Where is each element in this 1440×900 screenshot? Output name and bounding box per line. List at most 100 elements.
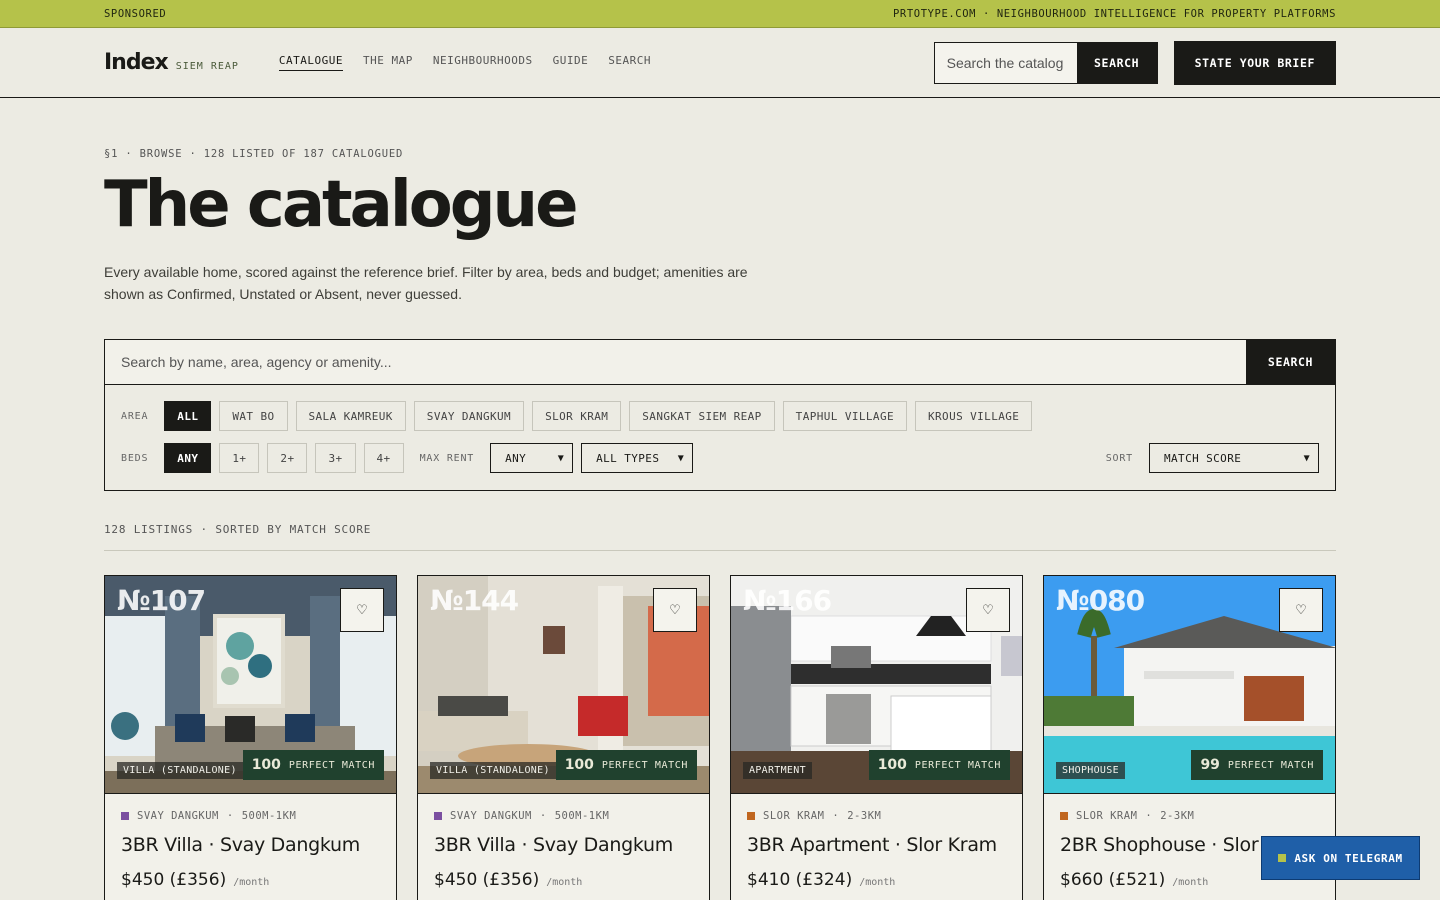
nav-neighbourhoods[interactable]: NEIGHBOURHOODS: [433, 54, 533, 71]
header-search-input[interactable]: [934, 42, 1077, 83]
header-search-button[interactable]: SEARCH: [1076, 42, 1157, 83]
beds-chip-any[interactable]: ANY: [164, 443, 212, 474]
nav-catalogue[interactable]: CATALOGUE: [278, 54, 344, 71]
nav-map[interactable]: THE MAP: [363, 54, 413, 71]
beds-chip-2[interactable]: 2+: [267, 443, 308, 474]
listing-price: $450 (£356) /month: [121, 870, 380, 890]
property-type: VILLA (STANDALONE): [117, 762, 243, 780]
listing-title[interactable]: 3BR Villa · Svay Dangkum: [121, 834, 380, 856]
area-chip-svay-dangkum[interactable]: SVAY DANGKUM: [413, 401, 525, 432]
max-rent-label: MAX RENT: [419, 452, 475, 464]
price-period: /month: [859, 877, 896, 889]
price-value: $450 (£356): [434, 870, 540, 891]
catalog-search: SEARCH: [105, 340, 1335, 386]
logo-wordmark: Index: [104, 50, 169, 75]
area-chip-all[interactable]: ALL: [164, 401, 212, 432]
match-score: 100: [251, 757, 281, 774]
separator: ·: [832, 810, 840, 823]
logo-city: SIEM REAP: [175, 61, 239, 72]
area-chip-sangkat-siem-reap[interactable]: SANGKAT SIEM REAP: [629, 401, 775, 432]
listing-title[interactable]: 3BR Villa · Svay Dangkum: [434, 834, 693, 856]
main-nav: CATALOGUE THE MAP NEIGHBOURHOODS GUIDE S…: [278, 54, 934, 71]
listing-card[interactable]: №107 ♡ VILLA (STANDALONE) 100 PERFECT MAT…: [104, 575, 397, 900]
separator: ·: [1145, 810, 1153, 823]
heart-icon[interactable]: ♡: [966, 588, 1010, 633]
price-value: $450 (£356): [121, 870, 227, 891]
sponsor-link[interactable]: PRTOTYPE.COM · NEIGHBOURHOOD INTELLIGENC…: [893, 8, 1336, 20]
price-value: $660 (£521): [1060, 870, 1166, 891]
beds-label: BEDS: [121, 452, 149, 464]
match-badge: 100 PERFECT MATCH: [555, 750, 697, 781]
listing-title[interactable]: 3BR Apartment · Slor Kram: [747, 834, 1006, 856]
listing-location: SLOR KRAM · 2-3KM: [747, 810, 1006, 822]
beds-filter-row: BEDS ANY 1+ 2+ 3+ 4+ MAX RENT ANY ▼ ALL T…: [105, 443, 1335, 474]
listing-price: $450 (£356) /month: [434, 870, 693, 890]
beds-chip-1[interactable]: 1+: [219, 443, 260, 474]
telegram-dot-icon: [1278, 854, 1287, 862]
area-chip-slor-kram[interactable]: SLOR KRAM: [532, 401, 622, 432]
page-title: The catalogue: [104, 168, 579, 242]
heart-icon[interactable]: ♡: [653, 588, 697, 633]
area-color-swatch: [121, 812, 129, 821]
listing-card[interactable]: №144 ♡ VILLA (STANDALONE) 100 PERFECT MAT…: [417, 575, 710, 900]
telegram-label: ASK ON TELEGRAM: [1294, 851, 1403, 865]
listing-distance: 2-3KM: [847, 810, 882, 823]
catalog-search-input[interactable]: [105, 340, 1246, 385]
type-value: ALL TYPES: [596, 451, 660, 465]
separator: ·: [226, 810, 234, 823]
sort-select[interactable]: MATCH SCORE ▼: [1149, 443, 1319, 474]
area-chip-krous-village[interactable]: KROUS VILLAGE: [915, 401, 1033, 432]
section-eyebrow: §1 · BROWSE · 128 LISTED OF 187 CATALOGU…: [104, 148, 404, 160]
match-score: 99: [1200, 757, 1220, 774]
area-chip-wat-bo[interactable]: WAT BO: [219, 401, 288, 432]
catalog-search-button[interactable]: SEARCH: [1246, 340, 1335, 385]
sort-value: MATCH SCORE: [1164, 451, 1242, 465]
listing-price: $410 (£324) /month: [747, 870, 1006, 890]
match-badge: 100 PERFECT MATCH: [868, 750, 1010, 781]
hero: §1 · BROWSE · 128 LISTED OF 187 CATALOGU…: [0, 98, 1440, 305]
max-rent-select[interactable]: ANY ▼: [490, 443, 574, 474]
match-label: PERFECT MATCH: [288, 759, 375, 771]
beds-chip-4[interactable]: 4+: [363, 443, 404, 474]
listing-location: SVAY DANGKUM · 500M-1KM: [434, 810, 693, 822]
area-color-swatch: [747, 812, 755, 821]
listing-area: SLOR KRAM: [1076, 810, 1138, 823]
listing-body: SVAY DANGKUM · 500M-1KM 3BR Villa · Svay D…: [418, 794, 709, 890]
price-period: /month: [1172, 877, 1209, 889]
heart-icon[interactable]: ♡: [1279, 588, 1323, 633]
listing-grid: №107 ♡ VILLA (STANDALONE) 100 PERFECT MAT…: [104, 575, 1336, 900]
area-color-swatch: [1060, 812, 1068, 821]
state-brief-button[interactable]: STATE YOUR BRIEF: [1173, 40, 1336, 85]
area-chip-sala-kamreuk[interactable]: SALA KAMREUK: [295, 401, 406, 432]
chevron-down-icon: ▼: [557, 452, 565, 464]
nav-search[interactable]: SEARCH: [608, 54, 651, 71]
separator: ·: [539, 810, 547, 823]
logo[interactable]: Index SIEM REAP: [104, 50, 239, 75]
header-search: SEARCH: [933, 41, 1158, 84]
beds-chip-3[interactable]: 3+: [315, 443, 356, 474]
listing-area: SVAY DANGKUM: [137, 810, 219, 823]
listing-number: №080: [1056, 584, 1145, 618]
listing-body: SVAY DANGKUM · 500M-1KM 3BR Villa · Svay D…: [105, 794, 396, 890]
nav-guide[interactable]: GUIDE: [553, 54, 589, 71]
ask-telegram-button[interactable]: ASK ON TELEGRAM: [1261, 836, 1420, 880]
listing-count: 128 LISTINGS · SORTED BY MATCH SCORE: [104, 523, 1336, 552]
listing-body: SLOR KRAM · 2-3KM 3BR Apartment · Slor Kra…: [731, 794, 1022, 890]
listing-location: SVAY DANGKUM · 500M-1KM: [121, 810, 380, 822]
listing-photo: №144 ♡ VILLA (STANDALONE) 100 PERFECT MAT…: [418, 576, 709, 795]
listing-card[interactable]: №166 ♡ APARTMENT 100 PERFECT MATCH SLOR K…: [730, 575, 1023, 900]
filter-panel: SEARCH AREA ALL WAT BO SALA KAMREUK SVAY…: [104, 339, 1336, 492]
listing-number: №107: [117, 584, 206, 618]
listing-distance: 2-3KM: [1160, 810, 1195, 823]
listing-photo: №166 ♡ APARTMENT 100 PERFECT MATCH: [731, 576, 1022, 795]
area-color-swatch: [434, 812, 442, 821]
area-chip-taphul-village[interactable]: TAPHUL VILLAGE: [782, 401, 907, 432]
heart-icon[interactable]: ♡: [340, 588, 384, 633]
sort-label: SORT: [1105, 452, 1133, 464]
listing-photo: №080 ♡ SHOPHOUSE 99 PERFECT MATCH: [1044, 576, 1335, 795]
price-period: /month: [546, 877, 583, 889]
match-badge: 99 PERFECT MATCH: [1191, 750, 1323, 781]
property-type: SHOPHOUSE: [1056, 762, 1125, 780]
match-label: PERFECT MATCH: [601, 759, 688, 771]
type-select[interactable]: ALL TYPES ▼: [581, 443, 694, 474]
